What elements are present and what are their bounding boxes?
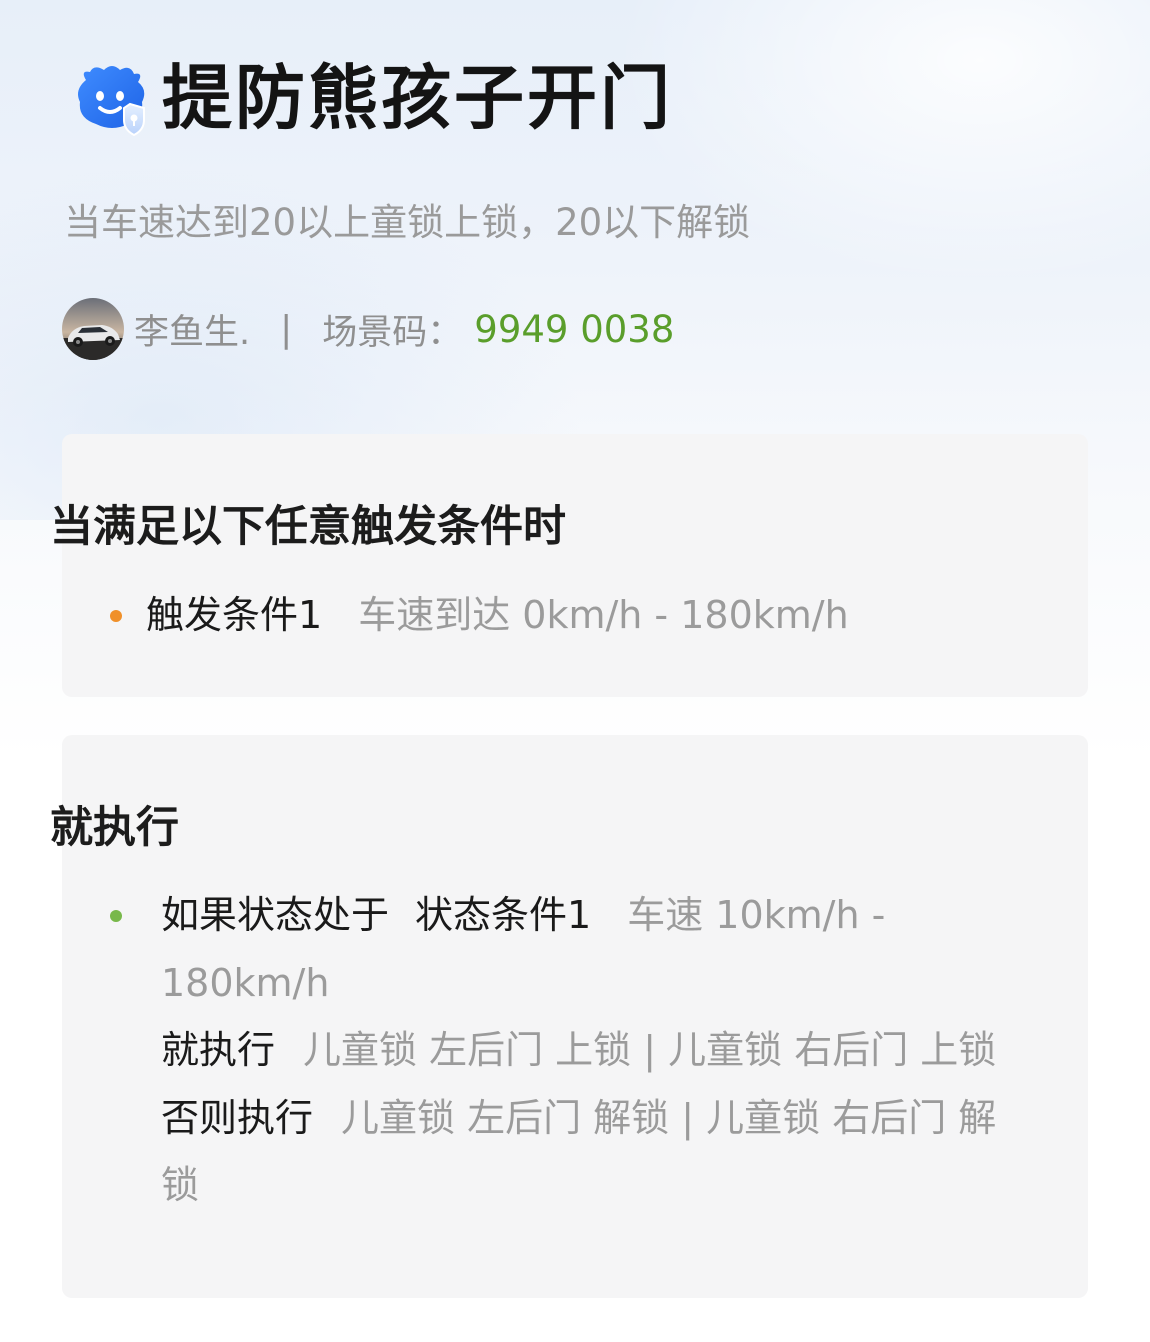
condition-detail-continued: 180km/h <box>161 961 330 1005</box>
else-detail: 儿童锁 左后门 解锁 | 儿童锁 右后门 解 <box>341 1096 997 1140</box>
trigger-item-label: 触发条件1 <box>146 593 323 637</box>
trigger-item: 触发条件1 车速到达 0km/h - 180km/h <box>146 590 849 640</box>
blue-smiling-mascot-with-shield-icon <box>72 58 152 138</box>
condition-detail: 车速 10km/h - <box>627 893 886 937</box>
action-bullet <box>110 910 122 922</box>
scene-description: 当车速达到20以上童锁上锁，20以下解锁 <box>64 201 751 244</box>
trigger-bullet <box>110 610 122 622</box>
action-card-heading: 就执行 <box>50 803 179 853</box>
condition-label: 状态条件1 <box>415 893 592 937</box>
condition-prefix: 如果状态处于 <box>161 893 390 937</box>
trigger-card <box>62 434 1088 697</box>
then-line: 就执行 儿童锁 左后门 上锁 | 儿童锁 右后门 上锁 <box>161 1025 996 1075</box>
trigger-card-heading: 当满足以下任意触发条件时 <box>50 502 566 552</box>
author-row: 李鱼生. | 场景码： 9949 0038 <box>62 298 674 360</box>
action-card <box>62 735 1088 1298</box>
then-detail: 儿童锁 左后门 上锁 | 儿童锁 右后门 上锁 <box>303 1028 997 1072</box>
scene-code-label: 场景码： <box>322 312 463 353</box>
else-label: 否则执行 <box>161 1096 314 1140</box>
separator: | <box>280 308 293 350</box>
author-name: 李鱼生. <box>134 312 251 353</box>
then-label: 就执行 <box>161 1028 276 1072</box>
page-title: 提防熊孩子开门 <box>162 57 673 139</box>
else-detail-continued: 锁 <box>161 1163 200 1207</box>
trigger-item-detail: 车速到达 0km/h - 180km/h <box>358 593 849 637</box>
scene-header: 提防熊孩子开门 <box>72 52 673 144</box>
condition-line: 如果状态处于 状态条件1 车速 10km/h - <box>161 890 885 940</box>
scene-code-value[interactable]: 9949 0038 <box>474 308 674 351</box>
car-photo-avatar[interactable] <box>62 298 124 360</box>
else-line: 否则执行 儿童锁 左后门 解锁 | 儿童锁 右后门 解 <box>161 1093 996 1143</box>
